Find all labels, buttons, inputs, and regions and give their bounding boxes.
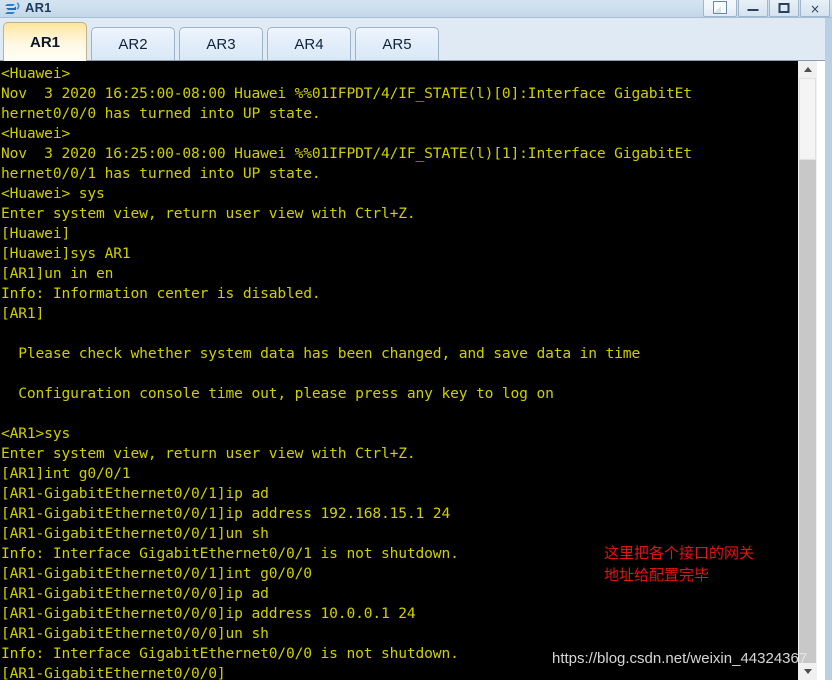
console-line: Nov 3 2020 16:25:00-08:00 Huawei %%01IFP…	[1, 145, 692, 162]
console-line: [AR1-GigabitEthernet0/0/0]ip address 10.…	[1, 605, 416, 622]
console-line: [AR1-GigabitEthernet0/0/1]un sh	[1, 525, 269, 542]
console-line: [AR1-GigabitEthernet0/0/0]un sh	[1, 625, 269, 642]
tab-label: AR3	[206, 35, 236, 53]
ar1-router-cli-window: AR1 × AR1 AR2 AR3 AR4 AR5 <Huawei> Nov 3 2020…	[0, 0, 832, 680]
window-title: AR1	[25, 0, 52, 15]
console-line: <Huawei> sys	[1, 185, 105, 202]
console-line: [Huawei]sys AR1	[1, 245, 131, 262]
console-line: Please check whether system data has bee…	[1, 345, 641, 362]
tab-ar4[interactable]: AR4	[267, 27, 351, 60]
console-line: [AR1]	[1, 305, 45, 322]
tab-ar1[interactable]: AR1	[3, 22, 87, 61]
scrollbar-thumb[interactable]	[799, 78, 816, 160]
restore-icon	[713, 1, 727, 14]
close-icon: ×	[809, 2, 821, 16]
router-tab-bar: AR1 AR2 AR3 AR4 AR5	[0, 18, 832, 61]
console-line: [AR1]un in en	[1, 265, 114, 282]
window-titlebar: AR1 ×	[0, 0, 832, 18]
router-icon	[4, 0, 20, 16]
close-button[interactable]: ×	[800, 0, 830, 17]
titlebar-left-group: AR1	[4, 0, 52, 17]
tab-label: AR5	[382, 35, 412, 53]
chevron-up-icon	[803, 67, 812, 72]
tab-label: AR2	[118, 35, 148, 53]
annotation-note: 这里把各个接口的网关 地址给配置完毕	[604, 544, 755, 584]
console-line: <Huawei>	[1, 125, 71, 142]
console-line: [Huawei]	[1, 225, 71, 242]
tab-ar5[interactable]: AR5	[355, 27, 439, 60]
chevron-down-icon	[803, 669, 812, 674]
scrollbar-track[interactable]	[799, 61, 816, 680]
maximize-icon	[778, 3, 790, 13]
console-line: hernet0/0/1 has turned into UP state.	[1, 165, 321, 182]
maximize-button[interactable]	[769, 0, 799, 17]
console-line: [AR1]int g0/0/1	[1, 465, 131, 482]
minimize-button[interactable]	[738, 0, 768, 17]
restore-button[interactable]	[703, 0, 737, 17]
console-line: Info: Information center is disabled.	[1, 285, 321, 302]
blog-watermark: https://blog.csdn.net/weixin_44324367	[552, 650, 808, 667]
console-line: [AR1-GigabitEthernet0/0/1]ip ad	[1, 485, 269, 502]
tab-ar2[interactable]: AR2	[91, 27, 175, 60]
console-line: <Huawei>	[1, 65, 71, 82]
tabstrip-right-edge	[825, 18, 832, 61]
minimize-icon	[747, 9, 759, 11]
tab-label: AR1	[29, 33, 60, 51]
tab-ar3[interactable]: AR3	[179, 27, 263, 60]
scroll-up-button[interactable]	[799, 61, 816, 78]
console-line: hernet0/0/0 has turned into UP state.	[1, 105, 321, 122]
console-line: Nov 3 2020 16:25:00-08:00 Huawei %%01IFP…	[1, 85, 692, 102]
console-line: Enter system view, return user view with…	[1, 205, 416, 222]
window-controls: ×	[702, 0, 830, 17]
cli-console-output[interactable]: <Huawei> Nov 3 2020 16:25:00-08:00 Huawei…	[0, 61, 797, 680]
window-right-edge	[825, 61, 832, 680]
console-scrollbar[interactable]	[797, 61, 832, 680]
console-line: [AR1-GigabitEthernet0/0/1]ip address 192…	[1, 505, 451, 522]
tab-label: AR4	[294, 35, 324, 53]
console-line: [AR1-GigabitEthernet0/0/0]ip ad	[1, 585, 269, 602]
console-line: <AR1>sys	[1, 425, 71, 442]
console-line: Enter system view, return user view with…	[1, 445, 416, 462]
console-line: Configuration console time out, please p…	[1, 385, 554, 402]
